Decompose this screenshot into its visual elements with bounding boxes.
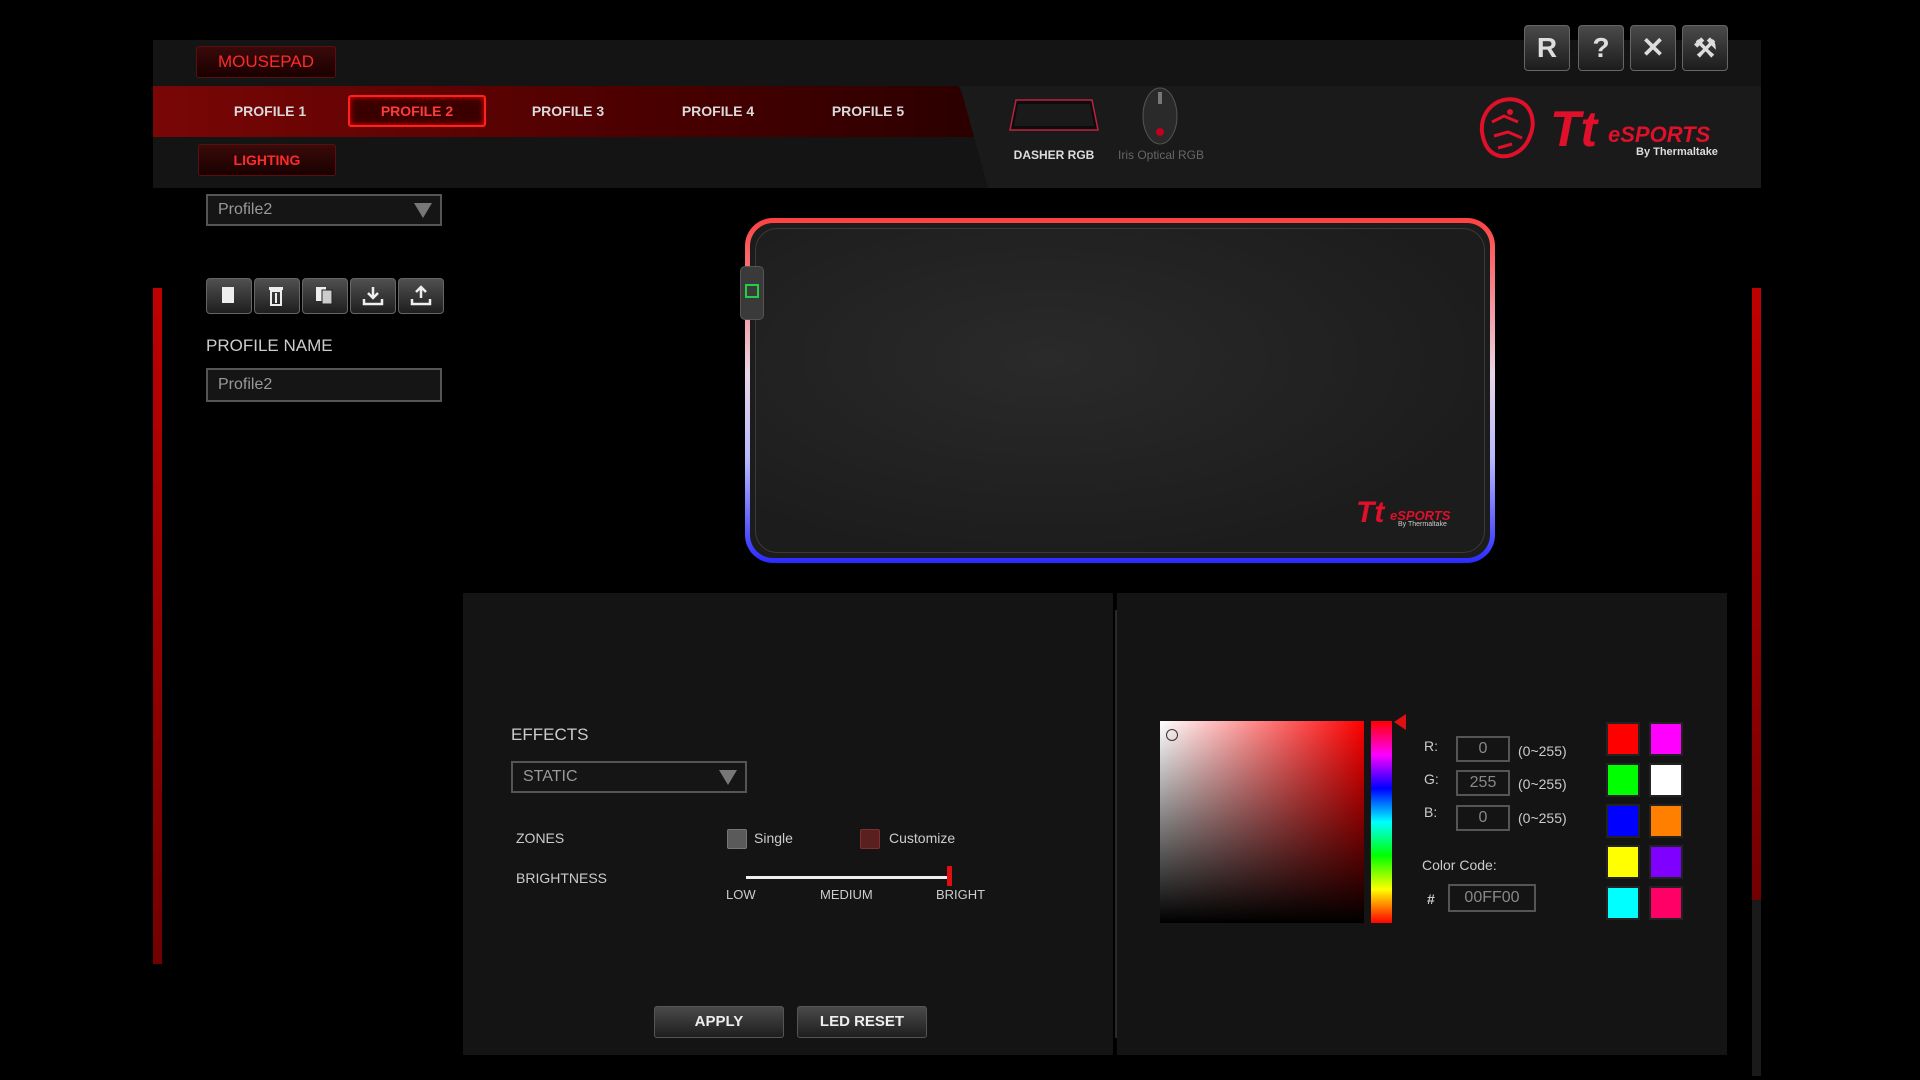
b-label: B: (1424, 804, 1438, 820)
hue-slider[interactable] (1371, 721, 1392, 923)
zone-customize-checkbox[interactable] (860, 829, 880, 849)
device-label-dasher: DASHER RGB (1013, 148, 1095, 162)
hue-slider-marker-icon[interactable] (1394, 714, 1406, 730)
color-code-hash: # (1427, 891, 1435, 907)
color-swatch[interactable] (1606, 845, 1640, 879)
device-dasher-rgb[interactable] (1008, 96, 1100, 134)
copy-icon (316, 287, 333, 305)
device-type-button[interactable]: MOUSEPAD (196, 46, 336, 78)
r-input[interactable]: 0 (1456, 736, 1510, 762)
effects-panel (463, 593, 1113, 1055)
color-saturation-picker[interactable] (1160, 721, 1364, 923)
tab-profile-3[interactable]: PROFILE 3 (503, 94, 633, 128)
effects-select-value: STATIC (523, 768, 578, 785)
brightness-bright-label: BRIGHT (936, 887, 986, 902)
led-reset-button[interactable]: LED RESET (797, 1006, 927, 1038)
new-profile-button[interactable] (206, 278, 252, 314)
color-swatch[interactable] (1649, 722, 1683, 756)
dragon-logo-icon (1474, 92, 1540, 164)
zone-customize-label: Customize (889, 830, 956, 846)
brightness-slider-track[interactable] (746, 876, 950, 879)
profile-name-input[interactable]: Profile2 (206, 368, 442, 402)
pad-brand-byline: By Thermaltake (1398, 521, 1447, 528)
pad-brand-main: Tt (1356, 496, 1385, 529)
brand-logo-sub: eSPORTS (1608, 122, 1711, 147)
r-range: (0~255) (1518, 743, 1567, 759)
r-label: R: (1424, 738, 1438, 754)
chevron-down-icon (719, 770, 737, 785)
zones-label: ZONES (516, 830, 565, 846)
tab-profile-1[interactable]: PROFILE 1 (205, 94, 335, 128)
zone-single-checkbox[interactable] (727, 829, 747, 849)
new-profile-icon (222, 287, 234, 303)
mousepad-thumb-icon (1009, 99, 1099, 131)
reset-window-button[interactable]: R (1524, 25, 1570, 71)
import-icon (362, 287, 384, 306)
apply-button[interactable]: APPLY (654, 1006, 784, 1038)
tab-profile-2[interactable]: PROFILE 2 (348, 95, 486, 127)
color-swatch[interactable] (1649, 886, 1683, 920)
color-swatch[interactable] (1649, 845, 1683, 879)
scrollbar[interactable] (1752, 900, 1761, 1076)
import-profile-button[interactable] (350, 278, 396, 314)
delete-profile-button[interactable] (254, 278, 300, 314)
b-range: (0~255) (1518, 810, 1567, 826)
right-red-accent (1752, 288, 1761, 918)
usb-hub-connector (740, 266, 764, 320)
help-button[interactable]: ? (1578, 25, 1624, 71)
settings-tools-button[interactable]: ⚒ (1682, 25, 1728, 71)
close-button[interactable]: ✕ (1630, 25, 1676, 71)
zone-single-label: Single (754, 830, 793, 846)
profile-select-value: Profile2 (218, 201, 273, 218)
tab-profile-5[interactable]: PROFILE 5 (803, 94, 933, 128)
b-input[interactable]: 0 (1456, 805, 1510, 831)
device-label-iris: Iris Optical RGB (1117, 148, 1204, 162)
export-profile-button[interactable] (398, 278, 444, 314)
color-swatch[interactable] (1649, 763, 1683, 797)
g-label: G: (1424, 771, 1439, 787)
chevron-down-icon (414, 203, 432, 218)
brightness-slider-thumb[interactable] (947, 866, 952, 886)
profile-select[interactable]: Profile2 (206, 194, 442, 226)
color-swatch[interactable] (1606, 804, 1640, 838)
color-picker-cursor[interactable] (1166, 729, 1178, 741)
mouse-thumb-icon (1142, 87, 1178, 145)
color-swatch[interactable] (1649, 804, 1683, 838)
export-icon (410, 285, 432, 306)
color-swatch[interactable] (1606, 722, 1640, 756)
left-red-accent (153, 288, 162, 964)
brightness-low-label: LOW (726, 887, 756, 902)
lighting-mode-button[interactable]: LIGHTING (198, 144, 336, 176)
g-range: (0~255) (1518, 776, 1567, 792)
brightness-label: BRIGHTNESS (516, 870, 608, 886)
brand-logo-main: Tt (1550, 101, 1598, 157)
effects-select[interactable]: STATIC (511, 761, 747, 793)
brand-byline: By Thermaltake (1636, 146, 1718, 158)
brightness-medium-label: MEDIUM (820, 887, 873, 902)
color-code-label: Color Code: (1422, 857, 1497, 873)
device-iris-optical[interactable] (1140, 80, 1180, 146)
color-swatch[interactable] (1606, 763, 1640, 797)
copy-profile-button[interactable] (302, 278, 348, 314)
color-code-input[interactable]: 00FF00 (1448, 884, 1536, 912)
delete-icon (269, 287, 283, 306)
profile-name-label: PROFILE NAME (206, 336, 333, 355)
tab-profile-4[interactable]: PROFILE 4 (653, 94, 783, 128)
effects-label: EFFECTS (511, 725, 589, 744)
g-input[interactable]: 255 (1456, 770, 1510, 796)
color-swatch[interactable] (1606, 886, 1640, 920)
